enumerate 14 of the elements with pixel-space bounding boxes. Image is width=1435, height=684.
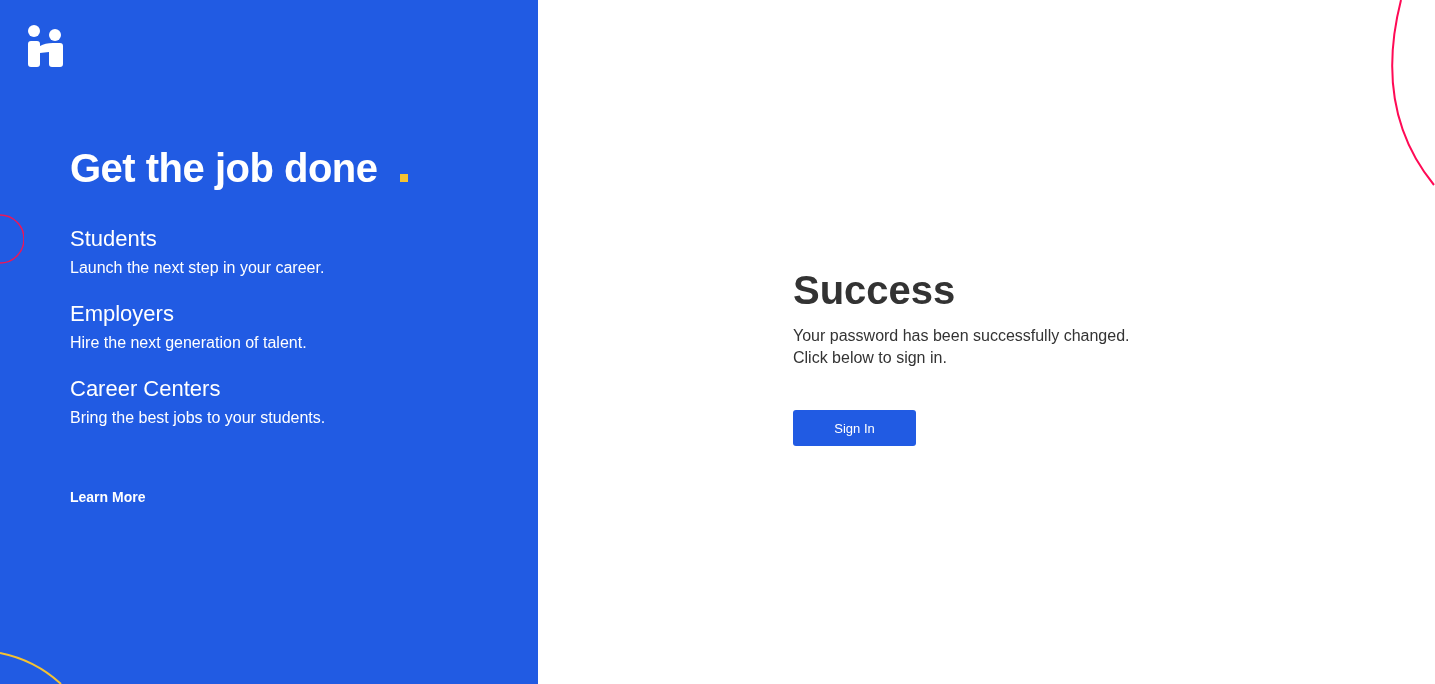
audience-title: Career Centers [70,375,222,403]
audience-description: Hire the next generation of talent. [70,333,308,353]
learn-more-link[interactable]: Learn More [70,489,146,505]
success-title: Success [793,267,957,313]
sign-in-button[interactable]: Sign In [793,410,916,446]
audience-title: Employers [70,300,175,328]
headline: Get the job done [70,145,378,192]
success-message: Click below to sign in. [793,348,948,368]
success-message: Your password has been successfully changed. [793,326,1131,346]
arc-outline-icon [0,652,62,684]
audience-description: Launch the next step in your career. [70,258,326,278]
audience-title: Students [70,225,158,253]
audience-description: Bring the best jobs to your students. [70,408,327,428]
logo-icon [27,25,63,67]
